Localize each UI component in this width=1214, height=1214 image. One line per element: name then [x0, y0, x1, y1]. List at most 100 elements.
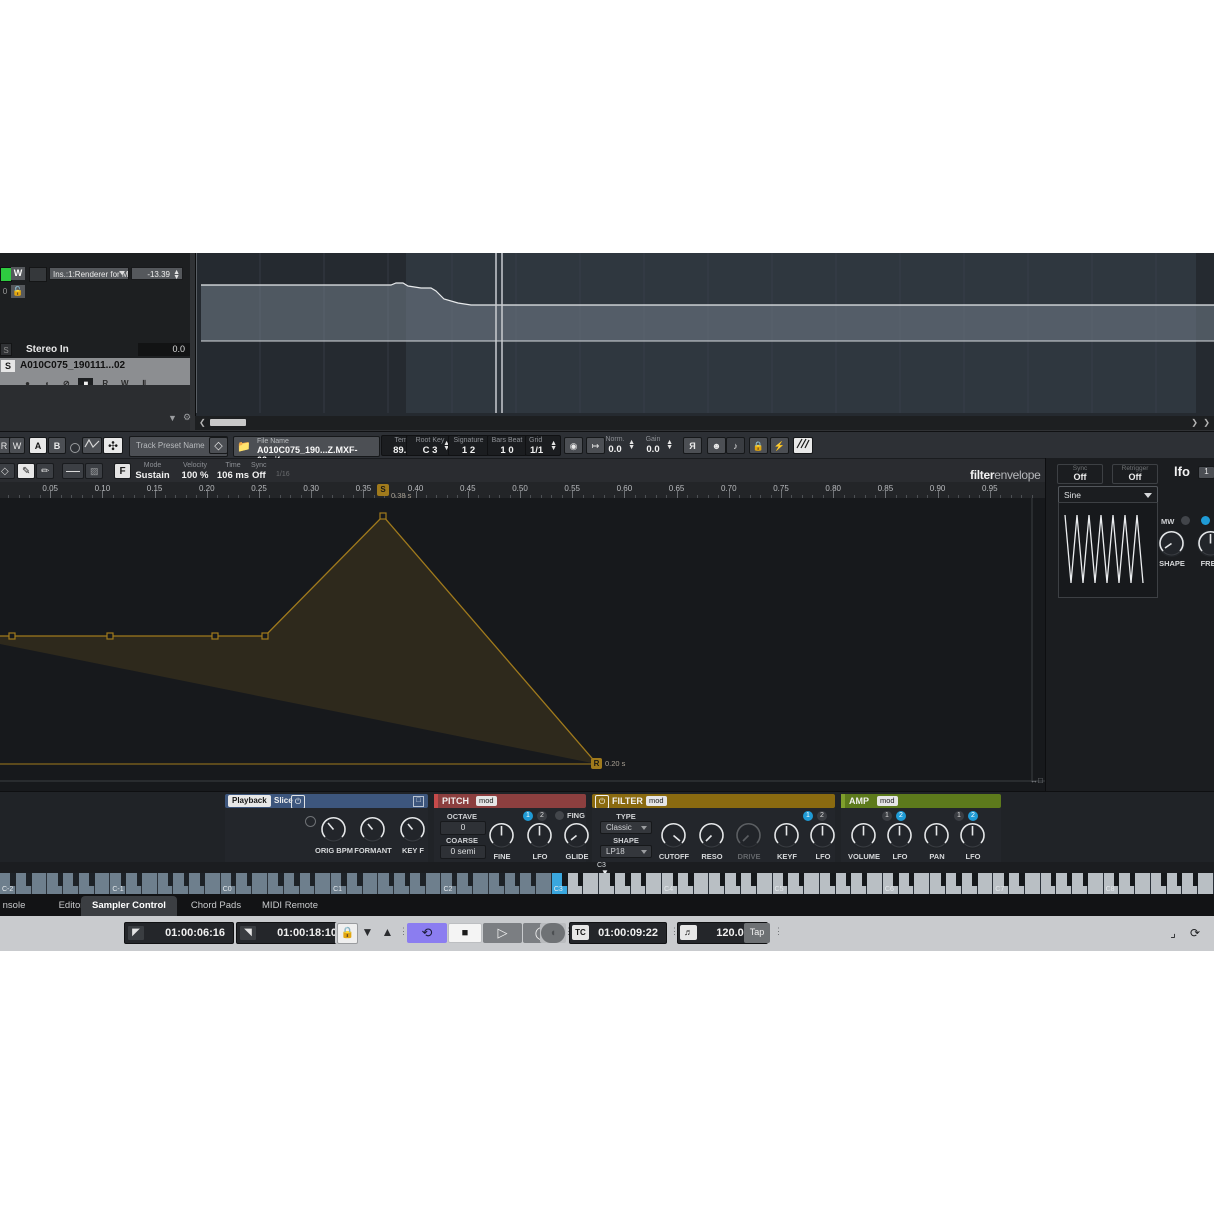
- coarse-value[interactable]: 0 semi: [440, 845, 486, 859]
- piano-white-key[interactable]: [252, 873, 269, 894]
- right-locator-group[interactable]: ◥ 01:00:18:10: [236, 922, 346, 944]
- sync-field[interactable]: Sync Off: [1057, 464, 1103, 484]
- piano-white-key[interactable]: [1024, 873, 1041, 894]
- piano-white-key[interactable]: [583, 873, 600, 894]
- tab-mixconsole[interactable]: nsole: [0, 896, 44, 916]
- formant-knob[interactable]: [359, 816, 386, 843]
- preset-b-button[interactable]: B: [48, 437, 66, 454]
- piano-white-key[interactable]: [867, 873, 883, 894]
- chevron-down-icon[interactable]: ▼: [168, 413, 177, 423]
- auto-fade-icon[interactable]: ⚡: [770, 437, 789, 454]
- chevron-down-icon[interactable]: [641, 850, 647, 854]
- file-name-field[interactable]: 📁 File Name A010C075_190...Z.MXF-02.aif: [233, 436, 380, 465]
- drive-knob[interactable]: [735, 822, 762, 849]
- pitch-badge-1[interactable]: 1: [523, 811, 533, 821]
- scroll-right-icon[interactable]: ❯: [1191, 419, 1198, 427]
- power-icon[interactable]: ⏻: [595, 795, 609, 809]
- chevron-down-icon[interactable]: [119, 271, 125, 275]
- lock-icon[interactable]: 🔒: [337, 923, 358, 944]
- piano-white-key[interactable]: [362, 873, 379, 894]
- right-locator-icon[interactable]: ◥: [240, 926, 256, 940]
- piano-white-key[interactable]: [914, 873, 931, 894]
- eraser-icon[interactable]: ◇: [0, 463, 15, 479]
- envelope-time-ruler[interactable]: 00.050.100.150.200.250.300.350.400.450.5…: [0, 482, 1045, 499]
- piano-white-key[interactable]: [1135, 873, 1151, 894]
- piano-white-key[interactable]: [1087, 873, 1104, 894]
- circle-icon[interactable]: [70, 443, 80, 453]
- curve-icon[interactable]: ▨: [85, 463, 103, 479]
- mw-indicator-1[interactable]: [1181, 516, 1190, 525]
- lfo-index-badge[interactable]: 1: [1198, 466, 1214, 479]
- piano-white-key[interactable]: [693, 873, 710, 894]
- spinner-icon[interactable]: ▲▼: [666, 439, 673, 451]
- freq-knob[interactable]: [1197, 530, 1214, 557]
- stereo-in-solo-button[interactable]: S: [0, 343, 12, 356]
- grid-field[interactable]: Grid 1/1 ▲ ▼: [525, 435, 561, 456]
- signature-field[interactable]: Signature 1 2: [448, 435, 489, 456]
- retrigger-field[interactable]: Retrigger Off: [1112, 464, 1158, 484]
- chevron-down-icon[interactable]: [641, 826, 647, 830]
- line-icon[interactable]: [62, 463, 84, 479]
- bars-beat-field[interactable]: Bars Beat 1 0: [487, 435, 527, 456]
- piano-white-key[interactable]: [1198, 873, 1214, 894]
- normalize-icon[interactable]: [793, 437, 813, 454]
- automation-icon[interactable]: ⌟: [1163, 923, 1183, 943]
- key-f-knob[interactable]: [399, 816, 426, 843]
- shape-knob[interactable]: [1158, 530, 1185, 557]
- filter-lfo-knob[interactable]: [809, 822, 836, 849]
- right-locator-value[interactable]: 01:00:18:10: [259, 923, 343, 943]
- reso-knob[interactable]: [698, 822, 725, 849]
- sampler-keyboard[interactable]: C3 ▼ C-2C-1C0C1C2C3C4C5C6C7C8: [0, 862, 1214, 894]
- selected-track-row[interactable]: S A010C075_190111...02 ● ◖ ⊘ ■ R W Ⅱ: [0, 358, 190, 389]
- target-icon[interactable]: ◉: [564, 437, 583, 454]
- amp-lfo-knob-2[interactable]: [959, 822, 986, 849]
- note-icon[interactable]: ♪: [726, 437, 745, 454]
- env-sync-field[interactable]: Sync Off 1/16: [248, 461, 296, 481]
- piano-white-key[interactable]: [756, 873, 773, 894]
- folder-icon[interactable]: 📁: [237, 440, 251, 453]
- pitch-badge-2[interactable]: 2: [537, 811, 547, 821]
- mw-indicator-2[interactable]: [1201, 516, 1210, 525]
- resize-handle-icon[interactable]: ↔□: [1030, 776, 1043, 785]
- fing-indicator[interactable]: [555, 811, 564, 820]
- piano-white-key[interactable]: [425, 873, 442, 894]
- env-velocity-field[interactable]: Velocity 100 %: [174, 461, 216, 481]
- piano-white-key[interactable]: [315, 873, 332, 894]
- orig-bpm-knob[interactable]: [320, 816, 347, 843]
- fixed-mode-button[interactable]: F: [114, 463, 131, 479]
- track-lock-button[interactable]: 🔓: [11, 285, 25, 298]
- reverse-icon[interactable]: Я: [683, 437, 702, 454]
- piano-white-key[interactable]: [646, 873, 663, 894]
- filter-shape-select[interactable]: LP18: [600, 845, 652, 858]
- piano-white-key[interactable]: [94, 873, 111, 894]
- amp-badge-left-1[interactable]: 1: [882, 811, 892, 821]
- amp-lfo-knob-1[interactable]: [886, 822, 913, 849]
- piano-white-key[interactable]: [977, 873, 994, 894]
- filter-mod-button[interactable]: mod: [646, 796, 667, 806]
- pencil-icon[interactable]: ✎: [17, 463, 35, 479]
- sustain-marker[interactable]: S: [377, 484, 389, 496]
- lock-icon[interactable]: 🔒: [749, 437, 768, 454]
- chevron-down-icon[interactable]: [1144, 493, 1152, 498]
- play-button[interactable]: ▷: [483, 923, 522, 943]
- primary-time-group[interactable]: TC 01:00:09:22: [569, 922, 667, 944]
- insert-gain-field[interactable]: -13.39 ▲ ▼: [131, 267, 183, 281]
- track-read-automation-button[interactable]: [29, 267, 47, 282]
- gain-field[interactable]: Gain 0.0 ▲ ▼: [631, 435, 675, 456]
- musical-mode-icon[interactable]: ☻: [707, 437, 726, 454]
- filter-type-select[interactable]: Classic: [600, 821, 652, 834]
- gear-icon[interactable]: ⚙: [183, 412, 191, 423]
- move-tool-button[interactable]: ✣: [103, 437, 123, 454]
- scroll-left-icon[interactable]: ❮: [199, 419, 206, 427]
- cutoff-knob[interactable]: [660, 822, 687, 849]
- octave-value[interactable]: 0: [440, 821, 486, 835]
- preset-a-button[interactable]: A: [29, 437, 47, 454]
- spinner-icon[interactable]: ▲▼: [173, 269, 180, 281]
- left-locator-icon[interactable]: ◤: [128, 926, 144, 940]
- punch-out-icon[interactable]: ▲: [378, 923, 397, 942]
- track-solo-button[interactable]: S: [1, 360, 15, 372]
- stereo-in-value[interactable]: 0.0: [138, 343, 190, 356]
- tab-chord-pads[interactable]: Chord Pads: [178, 896, 254, 916]
- insert-slot-field[interactable]: Ins.:1:Renderer for M: [49, 267, 129, 280]
- fine-knob[interactable]: [488, 822, 515, 849]
